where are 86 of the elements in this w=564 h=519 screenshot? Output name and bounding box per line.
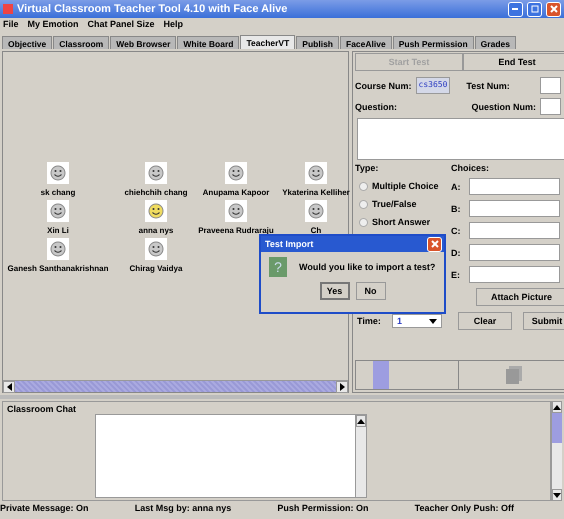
dialog-message: Would you like to import a test? [299, 262, 436, 272]
end-test-button[interactable]: End Test [463, 53, 564, 71]
tab[interactable]: White Board [177, 36, 240, 49]
student-name: Ch [310, 226, 322, 235]
question-icon: ? [269, 257, 287, 277]
question-num-label: Question Num: [472, 102, 536, 112]
question-field[interactable] [357, 118, 564, 160]
time-dropdown[interactable]: 1 [392, 314, 442, 328]
minimize-button[interactable] [508, 2, 523, 16]
document-icon [506, 366, 524, 384]
type-option[interactable]: True/False [372, 199, 417, 209]
test-num-label: Test Num: [466, 80, 510, 90]
type-option[interactable]: Multiple Choice [372, 181, 439, 191]
choice-label: B: [451, 204, 462, 214]
minimize-icon [512, 8, 519, 10]
level-bar [373, 361, 389, 389]
caret-icon [429, 318, 437, 324]
radio-button[interactable] [359, 182, 368, 190]
choice-field[interactable] [469, 178, 560, 195]
attach-picture-button[interactable]: Attach Picture [476, 288, 564, 306]
student-name: Xin Li [47, 226, 69, 235]
horizontal-scrollbar[interactable] [3, 380, 348, 392]
tab[interactable]: Objective [2, 36, 52, 49]
student-name: Praveena Rudraraju [198, 226, 274, 235]
radio-button[interactable] [359, 200, 368, 208]
dialog-button[interactable]: No [356, 282, 386, 300]
chat-title: Classroom Chat [7, 404, 78, 414]
chat-area[interactable] [95, 414, 367, 498]
menu-item[interactable]: File [3, 19, 19, 31]
right-arrow-icon [340, 383, 344, 391]
type-label: Type: [355, 163, 380, 173]
up-arrow-icon [553, 404, 561, 410]
status-text: Push Permission: On [277, 503, 368, 514]
status-text: Last Msg by: anna nys [134, 503, 232, 514]
up-arrow-icon [357, 418, 365, 424]
course-field[interactable]: cs3650 [416, 77, 450, 94]
student-name: Ykaterina Kelliher [282, 188, 350, 197]
close-icon [550, 5, 558, 13]
close-button[interactable] [546, 2, 561, 16]
tab[interactable]: Classroom [53, 36, 110, 49]
left-arrow-icon [6, 383, 12, 391]
app-icon [3, 4, 13, 14]
maximize-icon [530, 5, 538, 13]
status-text: Teacher Only Push: Off [414, 503, 514, 514]
student-name: chiehchih chang [124, 188, 188, 197]
close-icon [430, 240, 438, 248]
time-label: Time: [357, 316, 382, 326]
choice-label: E: [451, 270, 461, 280]
question-label: Question: [355, 102, 397, 112]
student-name: anna nys [138, 226, 174, 235]
menu-item[interactable]: Help [164, 19, 184, 31]
choice-label: C: [451, 226, 462, 236]
tab[interactable]: Push Permission [392, 36, 474, 49]
student-name: Chirag Vaidya [130, 264, 182, 273]
question-num-field[interactable] [540, 98, 561, 115]
choice-label: A: [451, 182, 462, 192]
choices-label: Choices: [451, 163, 490, 173]
vertical-scrollbar[interactable] [551, 401, 562, 501]
dialog-button[interactable]: Yes [320, 282, 350, 300]
status-text: Private Message: On [0, 503, 89, 514]
test-num-field[interactable] [540, 77, 561, 94]
submit-button[interactable]: Submit [523, 312, 564, 330]
window-title: Virtual Classroom Teacher Tool 4.10 with Face Alive [17, 3, 288, 15]
choice-field[interactable] [469, 222, 560, 239]
student-name: Ganesh Santhanakrishnan [8, 264, 108, 273]
clear-button[interactable]: Clear [458, 312, 512, 330]
radio-button[interactable] [359, 218, 368, 226]
tab[interactable]: FaceAlive [340, 36, 392, 49]
menu-item[interactable]: Chat Panel Size [88, 19, 155, 31]
student-name: sk chang [40, 188, 76, 197]
tab[interactable]: Publish [296, 36, 339, 49]
tab[interactable]: Grades [474, 36, 516, 49]
tab[interactable]: TeacherVT [240, 35, 296, 49]
choice-field[interactable] [469, 200, 560, 217]
down-arrow-icon [553, 492, 561, 498]
course-label: Course Num: [355, 80, 412, 90]
student-name: Anupama Kapoor [202, 188, 270, 197]
choice-label: D: [451, 248, 462, 258]
close-button[interactable] [427, 236, 442, 252]
dialog-title: Test Import [265, 239, 314, 249]
choice-field[interactable] [469, 266, 560, 283]
type-option[interactable]: Short Answer [372, 217, 430, 227]
tab[interactable]: Web Browser [110, 36, 176, 49]
choice-field[interactable] [469, 244, 560, 261]
maximize-button[interactable] [527, 2, 542, 16]
menu-item[interactable]: My Emotion [28, 19, 79, 31]
